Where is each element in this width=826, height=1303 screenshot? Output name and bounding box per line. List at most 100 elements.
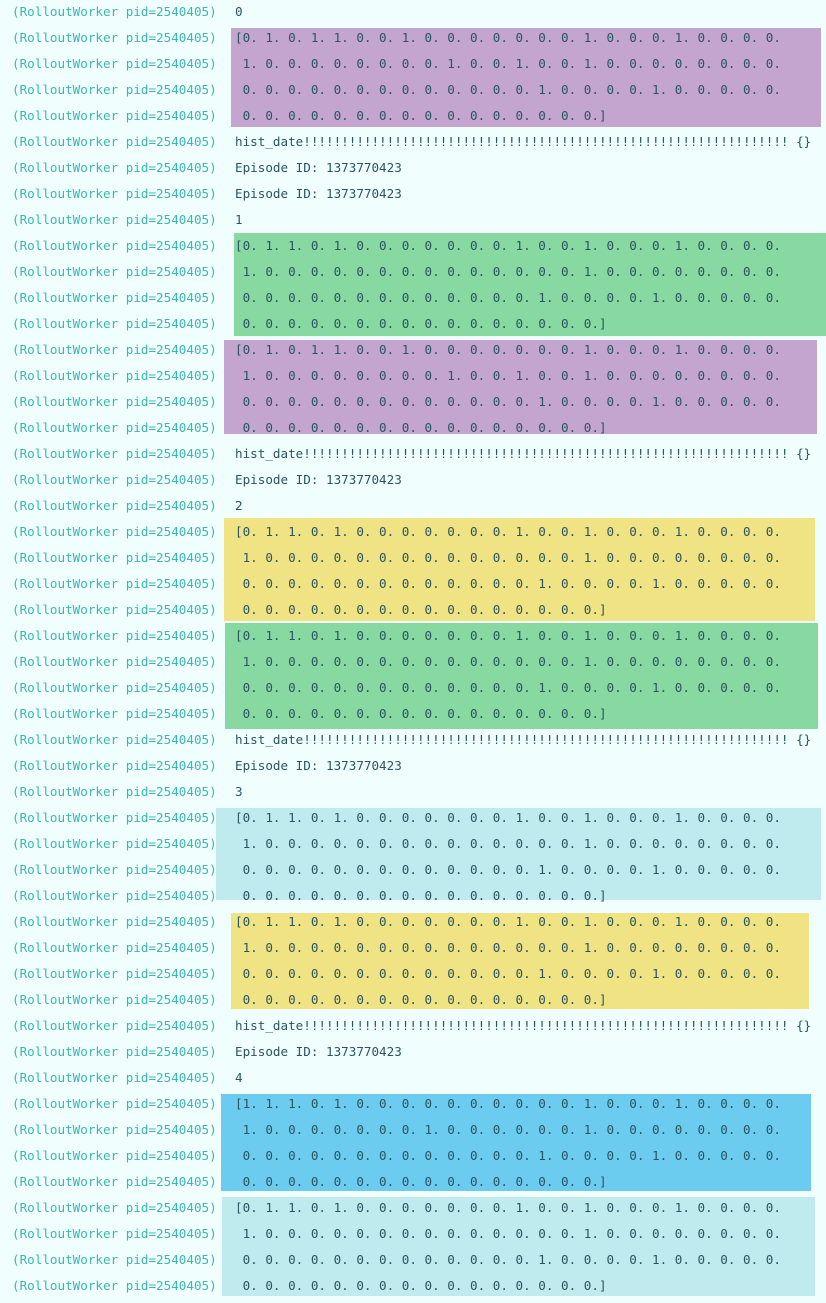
log-message: 1. 0. 0. 0. 0. 0. 0. 0. 0. 0. 0. 0. 0. 0… xyxy=(235,1226,781,1241)
worker-prefix: (RolloutWorker pid=2540405) xyxy=(12,706,217,721)
worker-prefix: (RolloutWorker pid=2540405) xyxy=(12,82,217,97)
worker-prefix: (RolloutWorker pid=2540405) xyxy=(12,212,217,227)
worker-prefix: (RolloutWorker pid=2540405) xyxy=(12,108,217,123)
log-message: 0. 0. 0. 0. 0. 0. 0. 0. 0. 0. 0. 0. 0. 0… xyxy=(235,316,607,331)
worker-prefix: (RolloutWorker pid=2540405) xyxy=(12,732,217,747)
worker-prefix: (RolloutWorker pid=2540405) xyxy=(12,238,217,253)
worker-prefix: (RolloutWorker pid=2540405) xyxy=(12,264,217,279)
worker-prefix: (RolloutWorker pid=2540405) xyxy=(12,602,217,617)
worker-prefix: (RolloutWorker pid=2540405) xyxy=(12,420,217,435)
log-message: 1 xyxy=(235,212,243,227)
log-message: hist_date!!!!!!!!!!!!!!!!!!!!!!!!!!!!!!!… xyxy=(235,1018,812,1033)
log-message: 0. 0. 0. 0. 0. 0. 0. 0. 0. 0. 0. 0. 0. 1… xyxy=(235,862,781,877)
worker-prefix: (RolloutWorker pid=2540405) xyxy=(12,992,217,1007)
worker-prefix: (RolloutWorker pid=2540405) xyxy=(12,134,217,149)
worker-prefix: (RolloutWorker pid=2540405) xyxy=(12,628,217,643)
worker-prefix: (RolloutWorker pid=2540405) xyxy=(12,368,217,383)
worker-prefix: (RolloutWorker pid=2540405) xyxy=(12,1278,217,1293)
log-message: Episode ID: 1373770423 xyxy=(235,160,402,175)
console-output: (RolloutWorker pid=2540405) 0 (RolloutWork… xyxy=(0,0,826,1303)
log-message: hist_date!!!!!!!!!!!!!!!!!!!!!!!!!!!!!!!… xyxy=(235,446,812,461)
worker-prefix: (RolloutWorker pid=2540405) xyxy=(12,758,217,773)
log-message: 0. 0. 0. 0. 0. 0. 0. 0. 0. 0. 0. 0. 0. 0… xyxy=(235,1174,607,1189)
log-message: 0. 0. 0. 0. 0. 0. 0. 0. 0. 0. 0. 0. 0. 1… xyxy=(235,966,781,981)
log-message: 0. 0. 0. 0. 0. 0. 0. 0. 0. 0. 0. 0. 0. 0… xyxy=(235,706,607,721)
log-message: hist_date!!!!!!!!!!!!!!!!!!!!!!!!!!!!!!!… xyxy=(235,732,812,747)
log-message: 0. 0. 0. 0. 0. 0. 0. 0. 0. 0. 0. 0. 0. 1… xyxy=(235,290,781,305)
worker-prefix: (RolloutWorker pid=2540405) xyxy=(12,966,217,981)
worker-prefix: (RolloutWorker pid=2540405) xyxy=(12,940,217,955)
worker-prefix: (RolloutWorker pid=2540405) xyxy=(12,1096,217,1111)
log-message: 0. 0. 0. 0. 0. 0. 0. 0. 0. 0. 0. 0. 0. 0… xyxy=(235,420,607,435)
log-message: 1. 0. 0. 0. 0. 0. 0. 0. 0. 0. 0. 0. 0. 0… xyxy=(235,550,781,565)
log-message: 0. 0. 0. 0. 0. 0. 0. 0. 0. 0. 0. 0. 0. 1… xyxy=(235,1252,781,1267)
log-message: 0. 0. 0. 0. 0. 0. 0. 0. 0. 0. 0. 0. 0. 0… xyxy=(235,992,607,1007)
log-message: 0. 0. 0. 0. 0. 0. 0. 0. 0. 0. 0. 0. 0. 1… xyxy=(235,394,781,409)
worker-prefix: (RolloutWorker pid=2540405) xyxy=(12,160,217,175)
worker-prefix: (RolloutWorker pid=2540405) xyxy=(12,836,217,851)
worker-prefix: (RolloutWorker pid=2540405) xyxy=(12,1044,217,1059)
log-message: 0. 0. 0. 0. 0. 0. 0. 0. 0. 0. 0. 0. 0. 1… xyxy=(235,1148,781,1163)
log-message: Episode ID: 1373770423 xyxy=(235,186,402,201)
log-message: 0 xyxy=(235,4,243,19)
worker-prefix: (RolloutWorker pid=2540405) xyxy=(12,862,217,877)
worker-prefix: (RolloutWorker pid=2540405) xyxy=(12,30,217,45)
worker-prefix: (RolloutWorker pid=2540405) xyxy=(12,290,217,305)
worker-prefix: (RolloutWorker pid=2540405) xyxy=(12,914,217,929)
worker-prefix: (RolloutWorker pid=2540405) xyxy=(12,1252,217,1267)
worker-prefix: (RolloutWorker pid=2540405) xyxy=(12,888,217,903)
log-message: 0. 0. 0. 0. 0. 0. 0. 0. 0. 0. 0. 0. 0. 1… xyxy=(235,680,781,695)
worker-prefix: (RolloutWorker pid=2540405) xyxy=(12,394,217,409)
log-message: 0. 0. 0. 0. 0. 0. 0. 0. 0. 0. 0. 0. 0. 0… xyxy=(235,888,607,903)
log-message: 4 xyxy=(235,1070,243,1085)
log-message: 1. 0. 0. 0. 0. 0. 0. 0. 1. 0. 0. 0. 0. 0… xyxy=(235,1122,781,1137)
worker-prefix: (RolloutWorker pid=2540405) xyxy=(12,680,217,695)
worker-prefix: (RolloutWorker pid=2540405) xyxy=(12,186,217,201)
log-message: hist_date!!!!!!!!!!!!!!!!!!!!!!!!!!!!!!!… xyxy=(235,134,812,149)
worker-prefix: (RolloutWorker pid=2540405) xyxy=(12,4,217,19)
log-message: [0. 1. 1. 0. 1. 0. 0. 0. 0. 0. 0. 0. 1. … xyxy=(235,1200,781,1215)
worker-prefix: (RolloutWorker pid=2540405) xyxy=(12,1148,217,1163)
log-message: [1. 1. 1. 0. 1. 0. 0. 0. 0. 0. 0. 0. 0. … xyxy=(235,1096,781,1111)
log-message: 2 xyxy=(235,498,243,513)
worker-prefix: (RolloutWorker pid=2540405) xyxy=(12,342,217,357)
worker-prefix: (RolloutWorker pid=2540405) xyxy=(12,316,217,331)
worker-prefix: (RolloutWorker pid=2540405) xyxy=(12,1226,217,1241)
log-message: Episode ID: 1373770423 xyxy=(235,472,402,487)
worker-prefix: (RolloutWorker pid=2540405) xyxy=(12,1070,217,1085)
worker-prefix: (RolloutWorker pid=2540405) xyxy=(12,472,217,487)
worker-prefix: (RolloutWorker pid=2540405) xyxy=(12,784,217,799)
worker-prefix: (RolloutWorker pid=2540405) xyxy=(12,56,217,71)
log-message: 1. 0. 0. 0. 0. 0. 0. 0. 0. 1. 0. 0. 1. 0… xyxy=(235,368,781,383)
worker-prefix: (RolloutWorker pid=2540405) xyxy=(12,1018,217,1033)
log-message: [0. 1. 0. 1. 1. 0. 0. 1. 0. 0. 0. 0. 0. … xyxy=(235,30,781,45)
worker-prefix: (RolloutWorker pid=2540405) xyxy=(12,654,217,669)
log-message: [0. 1. 1. 0. 1. 0. 0. 0. 0. 0. 0. 0. 1. … xyxy=(235,914,781,929)
log-message: 1. 0. 0. 0. 0. 0. 0. 0. 0. 0. 0. 0. 0. 0… xyxy=(235,264,781,279)
log-message: Episode ID: 1373770423 xyxy=(235,1044,402,1059)
worker-prefix: (RolloutWorker pid=2540405) xyxy=(12,1122,217,1137)
log-message: Episode ID: 1373770423 xyxy=(235,758,402,773)
log-message: 3 xyxy=(235,784,243,799)
log-message: 1. 0. 0. 0. 0. 0. 0. 0. 0. 1. 0. 0. 1. 0… xyxy=(235,56,781,71)
log-message: [0. 1. 1. 0. 1. 0. 0. 0. 0. 0. 0. 0. 1. … xyxy=(235,524,781,539)
log-message: 0. 0. 0. 0. 0. 0. 0. 0. 0. 0. 0. 0. 0. 0… xyxy=(235,602,607,617)
worker-prefix: (RolloutWorker pid=2540405) xyxy=(12,1174,217,1189)
log-message: 1. 0. 0. 0. 0. 0. 0. 0. 0. 0. 0. 0. 0. 0… xyxy=(235,940,781,955)
log-message: [0. 1. 1. 0. 1. 0. 0. 0. 0. 0. 0. 0. 1. … xyxy=(235,628,781,643)
log-message: 0. 0. 0. 0. 0. 0. 0. 0. 0. 0. 0. 0. 0. 0… xyxy=(235,108,607,123)
log-message: [0. 1. 1. 0. 1. 0. 0. 0. 0. 0. 0. 0. 1. … xyxy=(235,810,781,825)
log-message: [0. 1. 0. 1. 1. 0. 0. 1. 0. 0. 0. 0. 0. … xyxy=(235,342,781,357)
worker-prefix: (RolloutWorker pid=2540405) xyxy=(12,498,217,513)
worker-prefix: (RolloutWorker pid=2540405) xyxy=(12,446,217,461)
worker-prefix: (RolloutWorker pid=2540405) xyxy=(12,1200,217,1215)
log-message: 1. 0. 0. 0. 0. 0. 0. 0. 0. 0. 0. 0. 0. 0… xyxy=(235,654,781,669)
log-message: 0. 0. 0. 0. 0. 0. 0. 0. 0. 0. 0. 0. 0. 1… xyxy=(235,82,781,97)
worker-prefix: (RolloutWorker pid=2540405) xyxy=(12,810,217,825)
log-message: [0. 1. 1. 0. 1. 0. 0. 0. 0. 0. 0. 0. 1. … xyxy=(235,238,781,253)
worker-prefix: (RolloutWorker pid=2540405) xyxy=(12,524,217,539)
log-message: 1. 0. 0. 0. 0. 0. 0. 0. 0. 0. 0. 0. 0. 0… xyxy=(235,836,781,851)
worker-prefix: (RolloutWorker pid=2540405) xyxy=(12,576,217,591)
log-message: 0. 0. 0. 0. 0. 0. 0. 0. 0. 0. 0. 0. 0. 1… xyxy=(235,576,781,591)
worker-prefix: (RolloutWorker pid=2540405) xyxy=(12,550,217,565)
